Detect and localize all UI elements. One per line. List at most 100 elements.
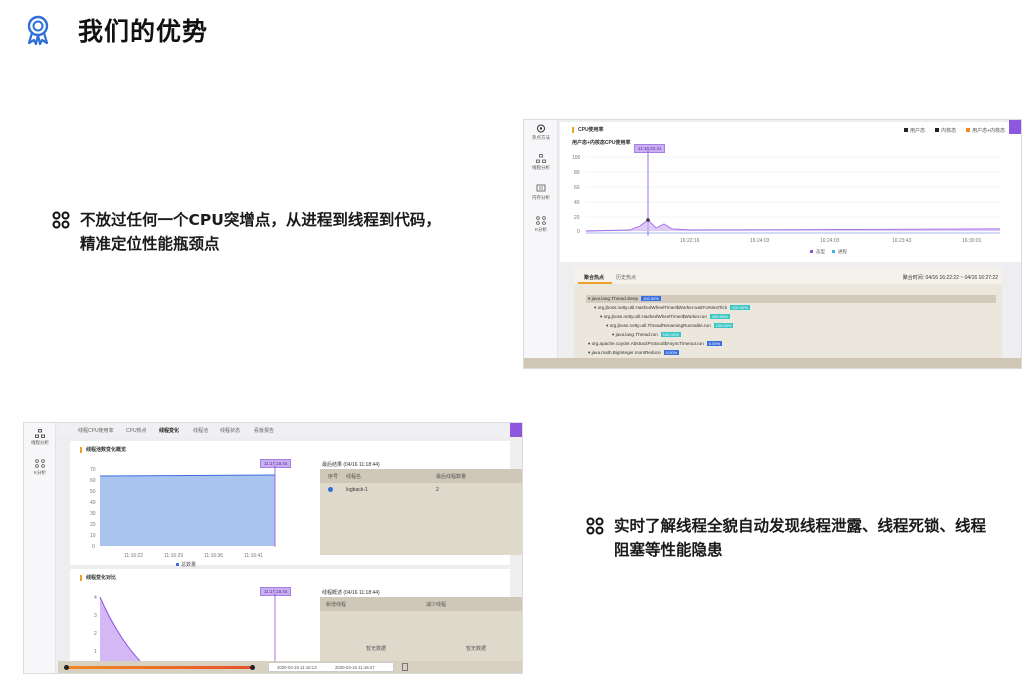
svg-text:50: 50: [90, 489, 96, 495]
nodes-icon: [35, 459, 45, 468]
sidebar: 线程分析 K分析: [24, 423, 56, 673]
chart-legend-top: 用户态 内核态 用户态+内核态: [904, 127, 1005, 134]
tab-history[interactable]: 历史热点: [616, 274, 636, 281]
thread-count-chart: 70 60 50 40 30 20 10 0 11:16:22 11:16:29…: [90, 465, 276, 559]
percent-badge: 100.00%: [730, 305, 750, 310]
bullet-text: 不放过任何一个CPU突增点，从进程到线程到代码，精准定位性能瓶颈点: [80, 211, 441, 253]
sidebar: 热点方法 线程分析 内存分析 K分析: [524, 120, 558, 368]
thread-count-panel: 线程池数变化概览 11:17:18.44 70 60 50 40 30 20 1…: [70, 441, 522, 568]
sidebar-item-threads[interactable]: 线程分析: [524, 154, 558, 171]
y-tick: 40: [574, 200, 580, 206]
tree-icon: [536, 154, 546, 163]
sidebar-item-k[interactable]: K分析: [24, 459, 56, 476]
table-header: 新增线程 减少线程: [320, 597, 522, 611]
svg-text:4: 4: [94, 595, 97, 601]
timeline-range-input[interactable]: 2020-04-16 11:16:13 2020-04-16 11:16:47: [268, 662, 394, 672]
x-tick: 16:30:01: [962, 238, 982, 244]
svg-text:20: 20: [90, 522, 96, 528]
calendar-icon[interactable]: [402, 663, 408, 671]
bullet-text: 实时了解线程全貌自动发现线程泄露、线程死锁、线程阻塞等性能隐患: [614, 517, 987, 559]
corner-tag: [1009, 120, 1021, 134]
time-range: 聚合时间: 04/16 16:22:22 ~ 04/16 16:27:22: [902, 275, 998, 281]
tab-cpu-hot[interactable]: CPU热点: [126, 427, 147, 434]
svg-text:1: 1: [94, 649, 97, 655]
award-badge-icon: [27, 15, 49, 46]
legend-bottom: 进程: [838, 248, 847, 255]
legend-total[interactable]: 用户态+内核态: [966, 127, 1005, 134]
svg-text:11:16:36: 11:16:36: [204, 553, 223, 559]
tree-icon: [35, 429, 45, 438]
cpu-chart-panel: CPU使用率 用户态 内核态 用户态+内核态 用户态+内核态CPU使用率 11:…: [560, 122, 1021, 262]
thread-compare-chart: 4 3 2 1: [94, 593, 276, 669]
thread-compare-panel: 线程变化对比 11:17:18.44 4 3 2 1 线程概述 (04/16 1…: [70, 569, 522, 669]
timeline-handle-end[interactable]: [250, 665, 255, 670]
timeline-handle-start[interactable]: [64, 665, 69, 670]
tree-row[interactable]: ▾ org.jboss.netty.util.HashedWheelTimer$…: [600, 314, 730, 320]
percent-badge: 0.00%: [663, 350, 680, 355]
x-tick: 16:22:16: [680, 238, 700, 244]
x-tick: 16:23:43: [892, 238, 912, 244]
tree-row[interactable]: ▾ org.apache.coyote.AbstractProtocol$Asy…: [588, 341, 723, 347]
svg-text:11:16:41: 11:16:41: [244, 553, 263, 559]
timeline-track[interactable]: [66, 666, 254, 669]
tab-report[interactable]: 看板报告: [254, 427, 274, 434]
percent-badge: 0.00%: [706, 341, 723, 346]
cpu-screenshot: 热点方法 线程分析 内存分析 K分析 CPU使用率 用户态 内核态 用户态+内核…: [523, 119, 1022, 369]
advantage-bullet-2: 实时了解线程全貌自动发现线程泄露、线程死锁、线程阻塞等性能隐患: [586, 514, 996, 562]
tree-row[interactable]: ▾ java.lang.Thread.run 100.00%: [612, 332, 681, 338]
tab-thread-change[interactable]: 线程变化: [159, 427, 179, 434]
section-title: 线程池数变化概览: [80, 447, 126, 453]
svg-text:3: 3: [94, 613, 97, 619]
title-row: 我们的优势: [22, 12, 208, 48]
section-title: CPU使用率: [572, 127, 604, 133]
tab-thread-cpu[interactable]: 线程CPU使用率: [78, 427, 114, 434]
thread-summary-table: 新增线程 减少线程 暂无数据 暂无数据: [320, 597, 522, 669]
bottom-bar: [524, 358, 1021, 368]
corner-tag: [510, 423, 522, 437]
svg-text:30: 30: [90, 511, 96, 517]
tab-thread-state[interactable]: 线程状态: [220, 427, 240, 434]
active-tab-indicator: [578, 282, 612, 284]
empty-state: 暂无数据: [366, 646, 387, 652]
percent-badge: 100.00%: [709, 314, 730, 319]
flame-icon: [537, 124, 545, 133]
svg-text:10: 10: [90, 533, 96, 539]
y-tick: 100: [572, 155, 581, 161]
sidebar-item-k[interactable]: K分析: [524, 216, 558, 233]
memory-icon: [536, 184, 546, 192]
tab-bar: 线程CPU使用率 CPU热点 线程变化 线程池 线程状态 看板报告: [58, 423, 522, 437]
cpu-line-chart: 100 80 60 40 20 0 16:22:16 16:24:03 16:2…: [572, 150, 1001, 255]
percent-badge: 100.00%: [713, 323, 734, 328]
svg-text:40: 40: [90, 500, 96, 506]
legend-user[interactable]: 用户态: [904, 127, 925, 134]
percent-badge: 100.00%: [660, 332, 681, 337]
svg-text:60: 60: [90, 478, 96, 484]
svg-text:0: 0: [92, 544, 95, 550]
four-dots-icon: [52, 211, 70, 229]
y-tick: 60: [574, 185, 580, 191]
tree-row[interactable]: ▾ java.lang.Thread.sleep 100.00%: [588, 296, 661, 302]
y-tick: 20: [574, 215, 580, 221]
page-title: 我们的优势: [78, 17, 209, 46]
last-result-table: 序号 线程名 最后线程数量 logback-1 2: [320, 469, 522, 555]
sidebar-item-threads[interactable]: 线程分析: [24, 429, 56, 446]
hot-methods-panel: 聚合热点 历史热点 聚合时间: 04/16 16:22:22 ~ 04/16 1…: [574, 268, 1002, 368]
svg-text:2: 2: [94, 631, 97, 637]
row-dot: [328, 487, 333, 492]
sidebar-item-memory[interactable]: 内存分析: [524, 184, 558, 201]
four-dots-icon: [586, 517, 604, 535]
legend-kernel[interactable]: 内核态: [935, 127, 956, 134]
x-tick: 16:24:03: [750, 238, 770, 244]
table-title: 线程概述 (04/16 11:18:44): [322, 590, 380, 596]
sidebar-item-hot-methods[interactable]: 热点方法: [524, 124, 558, 141]
tree-row[interactable]: ▾ org.jboss.netty.util.ThreadRenamingRun…: [606, 323, 734, 329]
x-tick: 16:24:03: [820, 238, 840, 244]
legend-bottom: 态型: [816, 248, 825, 254]
svg-text:11:16:22: 11:16:22: [124, 553, 143, 559]
tab-aggregate[interactable]: 聚合热点: [584, 274, 604, 281]
tree-row[interactable]: ▾ org.jboss.netty.util.HashedWheelTimer$…: [594, 305, 750, 311]
tree-row[interactable]: ▾ java.math.BigInteger.montReduce 0.00%: [588, 350, 680, 356]
tab-thread-pool[interactable]: 线程池: [193, 427, 208, 434]
section-title: 线程变化对比: [80, 575, 116, 581]
table-title: 最后结果 (04/16 11:18:44): [322, 462, 380, 468]
